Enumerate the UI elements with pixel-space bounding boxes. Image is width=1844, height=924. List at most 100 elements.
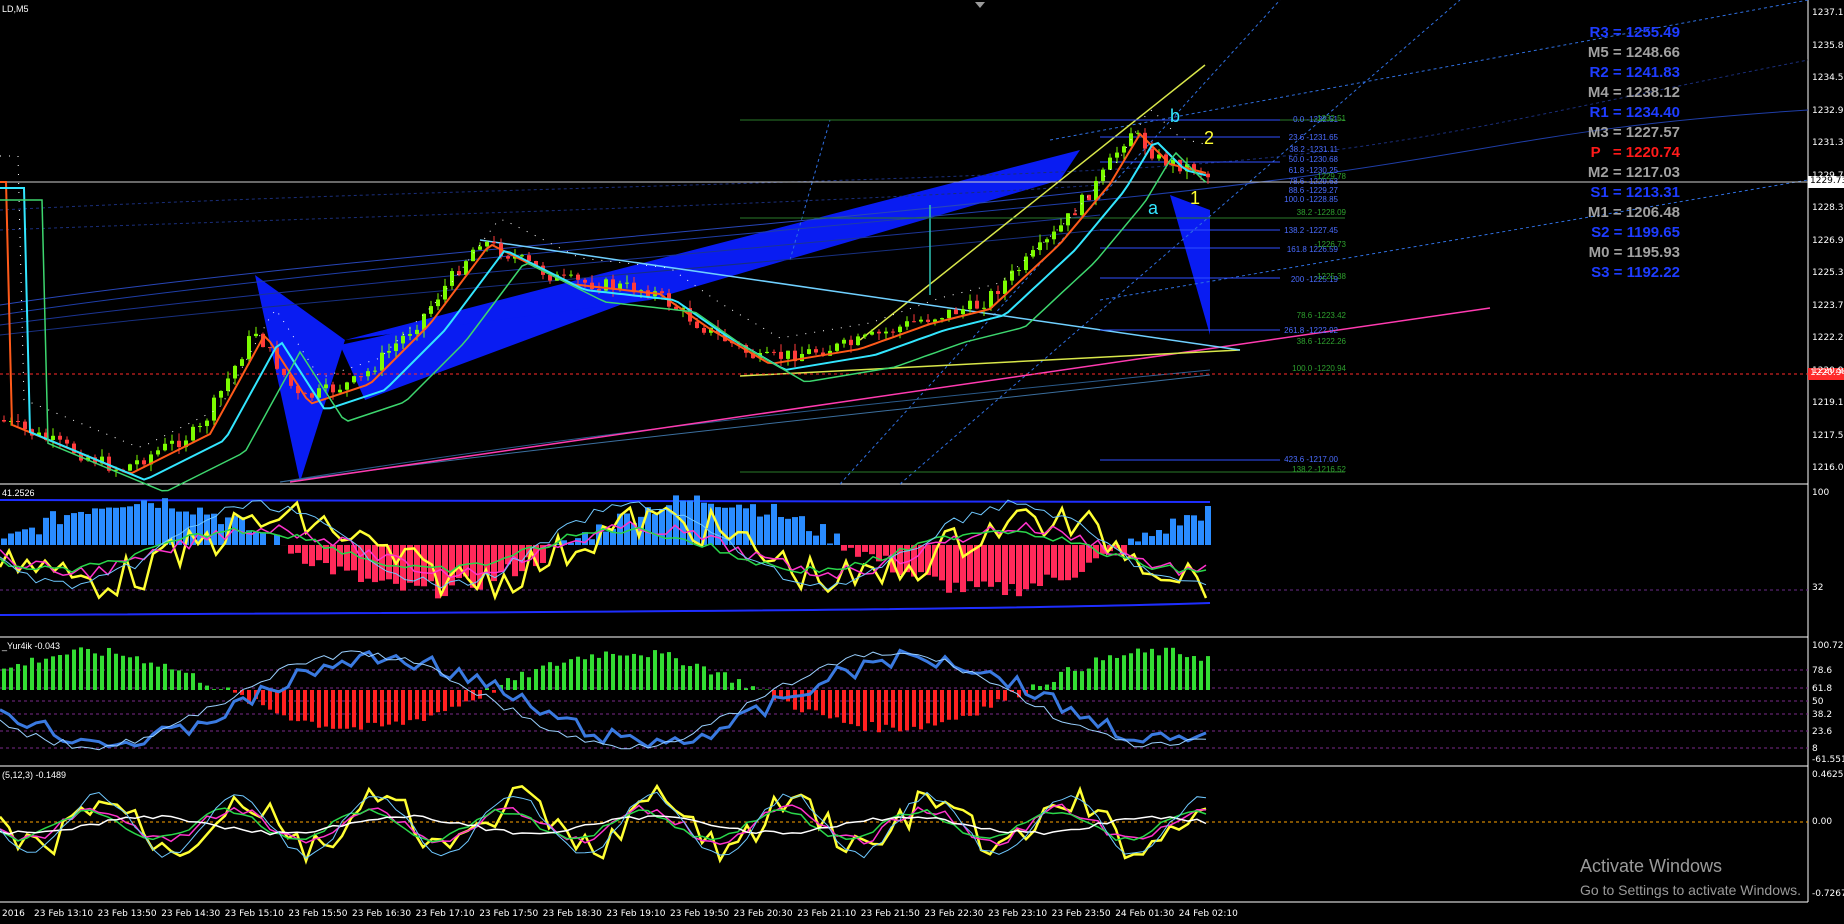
fib-label-right: -1229.78: [1314, 172, 1346, 181]
histogram-bar: [933, 690, 937, 726]
candle-body: [1094, 180, 1098, 201]
histogram-bar: [359, 690, 363, 730]
histogram-bar: [961, 690, 965, 716]
histogram-bar: [751, 686, 755, 690]
candle-body: [282, 368, 286, 376]
histogram-bar: [394, 690, 398, 722]
indicator-tick: 0.4625: [1812, 770, 1844, 780]
histogram-bar: [23, 665, 27, 690]
pivot-label: M0 = 1195.93: [1588, 244, 1680, 261]
histogram-bar: [820, 524, 826, 545]
candle-body: [1024, 256, 1028, 271]
histogram-bar: [120, 507, 126, 545]
pivot-label: M4 = 1238.12: [1587, 84, 1680, 101]
histogram-bar: [953, 545, 959, 583]
histogram-bar: [583, 659, 587, 690]
histogram-bar: [652, 514, 658, 545]
time-tick: 24 Feb 02:10: [1178, 909, 1238, 919]
histogram-bar: [1156, 530, 1162, 545]
histogram-bar: [260, 532, 266, 545]
histogram-bar: [659, 508, 665, 545]
histogram-bar: [177, 670, 181, 690]
histogram-bar: [99, 508, 105, 545]
histogram-bar: [450, 690, 454, 707]
histogram-bar: [1038, 686, 1042, 690]
time-tick: 23 Feb 20:30: [733, 909, 793, 919]
chart-canvas[interactable]: [0, 0, 1844, 924]
time-tick: 23 Feb 23:50: [1051, 909, 1111, 919]
candle-body: [996, 290, 1000, 294]
histogram-bar: [946, 545, 952, 593]
candle-body: [947, 309, 951, 319]
histogram-bar: [1164, 647, 1168, 690]
histogram-bar: [1163, 533, 1169, 545]
candle-body: [702, 327, 706, 333]
histogram-bar: [219, 689, 223, 690]
histogram-bar: [842, 690, 846, 723]
candle-body: [51, 435, 55, 441]
histogram-bar: [344, 545, 350, 571]
candle-body: [807, 349, 811, 354]
candle-body: [562, 274, 566, 276]
time-tick: 23 Feb 23:10: [988, 909, 1048, 919]
histogram-bar: [149, 662, 153, 690]
price-tick: 1234.50: [1812, 73, 1844, 83]
candle-body: [968, 300, 972, 310]
histogram-bar: [1205, 505, 1211, 545]
time-tick: 23 Feb 13:50: [97, 909, 157, 919]
scroll-marker-icon[interactable]: [975, 2, 985, 8]
histogram-bar: [589, 539, 595, 545]
histogram-bar: [37, 662, 41, 690]
histogram-bar: [1115, 657, 1119, 690]
histogram-bar: [191, 673, 195, 690]
histogram-bar: [1031, 684, 1035, 690]
histogram-bar: [1030, 545, 1036, 584]
histogram-bar: [975, 690, 979, 716]
histogram-bar: [64, 515, 70, 545]
histogram-bar: [1052, 681, 1056, 690]
candle-body: [1108, 157, 1112, 170]
time-tick: 23 Feb 21:10: [797, 909, 857, 919]
histogram-bar: [50, 511, 56, 545]
wave-label-a: a: [1148, 198, 1159, 218]
histogram-bar: [429, 690, 433, 716]
fib-label: 38.2 -1231.11: [1289, 145, 1338, 154]
histogram-bar: [44, 658, 48, 690]
histogram-bar: [576, 656, 580, 690]
histogram-bar: [457, 690, 461, 707]
candle-body: [779, 351, 783, 359]
histogram-bar: [785, 518, 791, 545]
histogram-bar: [114, 653, 118, 690]
histogram-bar: [660, 653, 664, 690]
histogram-bar: [743, 508, 749, 545]
histogram-bar: [520, 671, 524, 690]
histogram-bar: [1058, 545, 1064, 581]
histogram-bar: [317, 690, 321, 728]
histogram-bar: [988, 545, 994, 587]
price-tick: 1232.90: [1812, 105, 1844, 116]
pivot-label: M5 = 1248.66: [1587, 44, 1680, 61]
indicator-tick: 100: [1812, 488, 1830, 498]
histogram-bar: [464, 690, 468, 702]
fib-label: 88.6 -1229.27: [1288, 186, 1338, 195]
fib-label: 423.6 -1217.00: [1284, 455, 1338, 464]
histogram-bar: [288, 545, 294, 554]
candle-body: [856, 336, 860, 346]
histogram-bar: [1016, 545, 1022, 597]
histogram-bar: [1149, 536, 1155, 545]
histogram-bar: [1003, 690, 1007, 701]
histogram-bar: [813, 535, 819, 545]
candle-body: [772, 351, 776, 353]
watermark-title: Activate Windows: [1580, 856, 1723, 876]
histogram-bar: [1009, 545, 1015, 585]
histogram-bar: [940, 690, 944, 723]
histogram-bar: [989, 690, 993, 708]
histogram-bar: [65, 654, 69, 690]
histogram-bar: [555, 665, 559, 690]
wave-label-1: 1: [1190, 188, 1201, 208]
histogram-bar: [22, 529, 28, 545]
pivot-label: S2 = 1199.65: [1591, 224, 1680, 241]
candle-body: [765, 351, 769, 354]
pane-separators: [0, 0, 1809, 903]
histogram-bar: [345, 690, 349, 729]
